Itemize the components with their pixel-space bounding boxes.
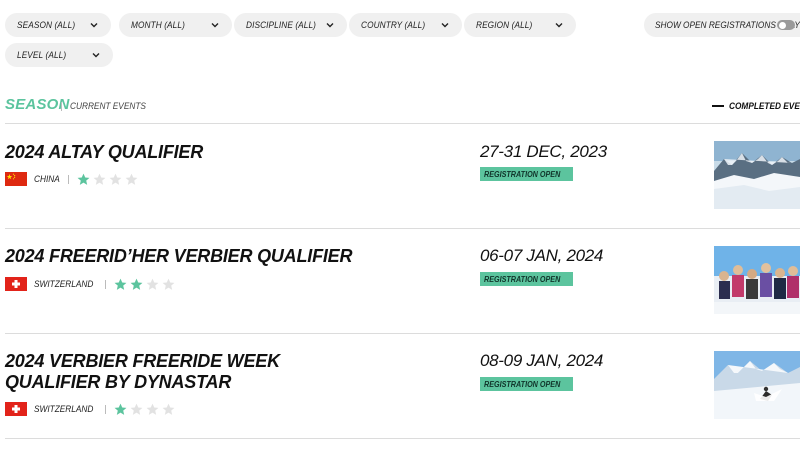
toggle-knob [778,21,786,29]
registration-status-label: REGISTRATION OPEN [484,274,561,284]
event-title[interactable]: 2024 ALTAY QUALIFIER [5,142,365,163]
country-filter-label: COUNTRY (ALL) [361,20,426,30]
star-empty-icon [146,403,158,415]
star-filled-icon [114,278,126,290]
event-date: 08-09 JAN, 2024 [480,351,604,370]
dash-icon [712,105,724,107]
chevron-down-icon [92,53,100,58]
meta-separator [104,279,106,289]
event-row[interactable]: 2024 FREERID’HER VERBIER QUALIFIER SWITZ… [5,229,800,333]
event-meta: CHINA [5,172,141,186]
event-country: SWITZERLAND [34,279,94,289]
section-subtitle: CURRENT EVENTS [70,101,146,111]
registration-status-badge: REGISTRATION OPEN [480,377,573,391]
event-meta: SWITZERLAND [5,277,178,291]
star-filled-icon [130,278,142,290]
season-filter-label: SEASON (ALL) [17,20,76,30]
star-empty-icon [130,403,142,415]
region-filter-label: REGION (ALL) [476,20,533,30]
section-header: SEASON CURRENT EVENTS COMPLETED EVENT [5,96,800,116]
level-filter-dropdown[interactable]: LEVEL (ALL) [5,43,113,67]
event-thumbnail-image[interactable] [714,141,800,209]
event-thumbnail-image[interactable] [714,351,800,419]
completed-events-label: COMPLETED EVENT [729,101,800,111]
event-date: 27-31 DEC, 2023 [480,142,607,161]
china-flag-icon [5,172,27,186]
section-separator [61,102,62,111]
star-empty-icon [109,173,122,185]
star-empty-icon [93,173,106,185]
season-filter-dropdown[interactable]: SEASON (ALL) [5,13,111,37]
region-filter-dropdown[interactable]: REGION (ALL) [464,13,576,37]
star-empty-icon [162,278,174,290]
difficulty-stars [77,173,141,186]
discipline-filter-label: DISCIPLINE (ALL) [246,20,317,30]
completed-events-link[interactable]: COMPLETED EVENT [712,101,800,111]
difficulty-stars [114,403,178,416]
chevron-down-icon [555,23,563,28]
star-empty-icon [146,278,158,290]
event-meta: SWITZERLAND [5,402,178,416]
meta-separator [104,404,106,414]
event-date: 06-07 JAN, 2024 [480,246,604,265]
registration-status-badge: REGISTRATION OPEN [480,167,573,181]
star-filled-icon [77,173,90,185]
open-registrations-toggle[interactable] [777,20,795,30]
difficulty-stars [114,278,178,291]
event-title[interactable]: 2024 VERBIER FREERIDE WEEK QUALIFIER BY … [5,351,365,393]
switzerland-flag-icon [5,277,27,291]
event-title[interactable]: 2024 FREERID’HER VERBIER QUALIFIER [5,246,365,267]
registration-status-label: REGISTRATION OPEN [484,379,561,389]
star-filled-icon [114,403,126,415]
chevron-down-icon [441,23,449,28]
event-row[interactable]: 2024 ALTAY QUALIFIER CHINA 27-31 DEC, 20… [5,124,800,228]
discipline-filter-dropdown[interactable]: DISCIPLINE (ALL) [234,13,347,37]
event-country: CHINA [34,174,60,184]
open-registrations-toggle-row: SHOW OPEN REGISTRATIONS ONLY [644,13,800,37]
month-filter-dropdown[interactable]: MONTH (ALL) [119,13,232,37]
event-row[interactable]: 2024 VERBIER FREERIDE WEEK QUALIFIER BY … [5,334,800,438]
registration-status-label: REGISTRATION OPEN [484,169,561,179]
divider [5,438,800,439]
month-filter-label: MONTH (ALL) [131,20,185,30]
star-empty-icon [162,403,174,415]
switzerland-flag-icon [5,402,27,416]
section-title: SEASON [5,96,70,113]
star-empty-icon [125,173,138,185]
registration-status-badge: REGISTRATION OPEN [480,272,573,286]
event-thumbnail-image[interactable] [714,246,800,314]
country-filter-dropdown[interactable]: COUNTRY (ALL) [349,13,462,37]
chevron-down-icon [326,23,334,28]
chevron-down-icon [211,23,219,28]
chevron-down-icon [90,23,98,28]
event-country: SWITZERLAND [34,404,94,414]
meta-separator [68,174,70,184]
level-filter-label: LEVEL (ALL) [17,50,67,60]
